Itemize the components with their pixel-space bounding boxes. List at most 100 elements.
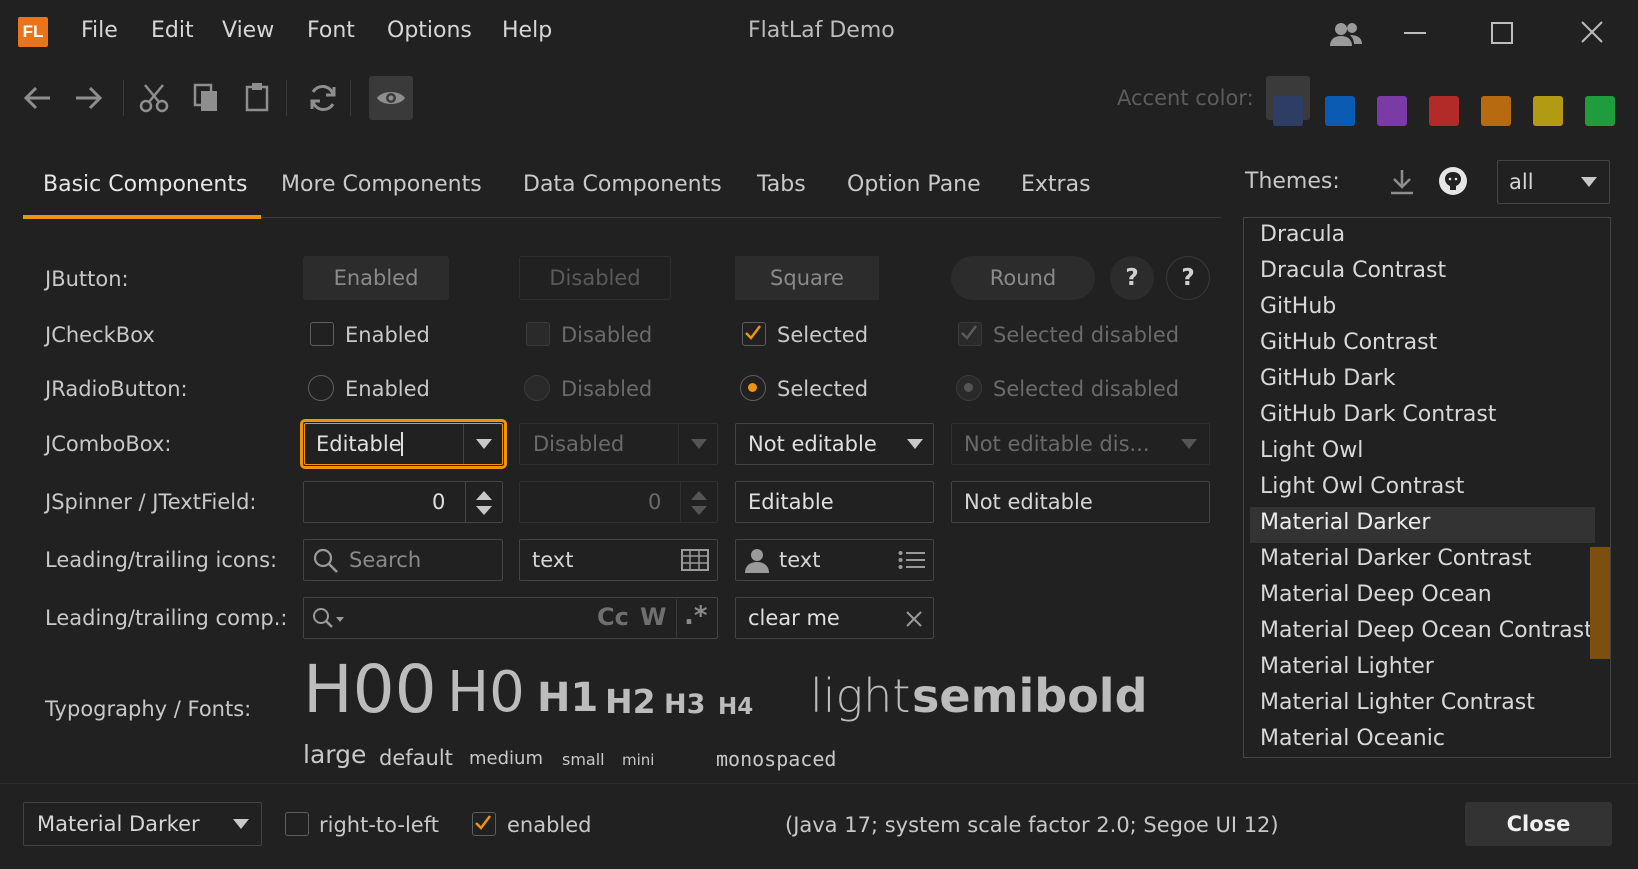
combo-not-editable[interactable]: Not editable xyxy=(735,423,934,465)
font-default: default xyxy=(379,746,453,770)
accent-swatch-3[interactable] xyxy=(1429,96,1459,126)
clear-me-field[interactable]: clear me xyxy=(735,597,934,639)
search-field[interactable]: Search xyxy=(303,539,503,581)
menu-edit[interactable]: Edit xyxy=(151,18,194,43)
theme-item[interactable]: Light Owl xyxy=(1260,438,1363,463)
chevron-down-icon[interactable] xyxy=(475,438,493,450)
spinner-arrows-icon xyxy=(689,489,709,517)
paste-icon[interactable] xyxy=(245,82,271,112)
square-button[interactable]: Square xyxy=(735,256,879,300)
tab-option-pane[interactable]: Option Pane xyxy=(847,172,981,197)
theme-item[interactable]: Dracula Contrast xyxy=(1260,258,1446,283)
refresh-icon[interactable] xyxy=(308,83,338,113)
chevron-down-icon[interactable] xyxy=(1580,176,1598,188)
clear-icon[interactable] xyxy=(906,611,922,627)
combo-editable[interactable]: Editable xyxy=(304,423,503,465)
spinner-arrows-icon[interactable] xyxy=(474,489,494,517)
help-button-1[interactable]: ? xyxy=(1110,256,1154,300)
combo-editable-text[interactable]: Editable xyxy=(316,431,402,457)
tab-extras[interactable]: Extras xyxy=(1021,172,1091,197)
forward-arrow-icon[interactable] xyxy=(74,84,104,112)
list-icon[interactable] xyxy=(898,550,926,570)
maximize-icon[interactable] xyxy=(1491,22,1513,44)
clear-me-text[interactable]: clear me xyxy=(748,605,840,631)
label-leading-trailing-icons: Leading/trailing icons: xyxy=(45,548,278,572)
cut-icon[interactable] xyxy=(139,83,169,113)
theme-item[interactable]: GitHub Dark Contrast xyxy=(1260,402,1496,427)
spinner-divider xyxy=(465,482,466,522)
copy-icon[interactable] xyxy=(193,83,221,113)
accent-swatch-1[interactable] xyxy=(1325,96,1355,126)
chevron-down-icon[interactable] xyxy=(232,818,250,830)
round-button[interactable]: Round xyxy=(951,256,1095,300)
spinner-enabled[interactable]: 0 xyxy=(303,481,503,523)
theme-item[interactable]: Material Lighter Contrast xyxy=(1260,690,1535,715)
match-case-toggle[interactable]: Cc xyxy=(597,603,629,631)
text-field-user[interactable]: text xyxy=(735,539,934,581)
tab-data-components[interactable]: Data Components xyxy=(523,172,722,197)
theme-item[interactable]: Material Lighter xyxy=(1260,654,1434,679)
checkbox-enabled-label: Enabled xyxy=(345,323,430,347)
close-window-icon[interactable] xyxy=(1580,20,1604,44)
textfield-editable[interactable]: Editable xyxy=(735,481,934,523)
text-field-table-value[interactable]: text xyxy=(532,547,573,573)
accent-swatch-2[interactable] xyxy=(1377,96,1407,126)
tab-tabs[interactable]: Tabs xyxy=(757,172,806,197)
radio-selected[interactable] xyxy=(740,375,766,401)
search-options-icon[interactable] xyxy=(312,607,348,631)
accent-swatch-6[interactable] xyxy=(1585,96,1615,126)
theme-item[interactable]: Material Oceanic xyxy=(1260,726,1445,751)
radio-enabled[interactable] xyxy=(308,375,334,401)
table-icon[interactable] xyxy=(681,549,709,571)
accent-swatch-5[interactable] xyxy=(1533,96,1563,126)
radio-disabled xyxy=(524,375,550,401)
theme-item-selected[interactable]: Material Darker xyxy=(1260,510,1430,535)
users-icon[interactable] xyxy=(1328,20,1364,48)
font-small: small xyxy=(562,750,605,769)
enabled-button[interactable]: Enabled xyxy=(303,256,449,300)
back-arrow-icon[interactable] xyxy=(22,84,52,112)
close-button[interactable]: Close xyxy=(1465,802,1612,846)
tab-basic-components[interactable]: Basic Components xyxy=(43,172,247,197)
find-field[interactable]: Cc W .* xyxy=(303,597,718,639)
regex-toggle[interactable]: .* xyxy=(684,601,707,631)
checkbox-enabled[interactable] xyxy=(310,322,334,346)
text-field-table[interactable]: text xyxy=(519,539,718,581)
enabled-label: enabled xyxy=(507,813,592,837)
spinner-value[interactable]: 0 xyxy=(432,489,445,515)
menu-font[interactable]: Font xyxy=(307,18,355,43)
theme-item[interactable]: GitHub xyxy=(1260,294,1336,319)
theme-item[interactable]: GitHub Dark xyxy=(1260,366,1395,391)
accent-swatch-0[interactable] xyxy=(1273,96,1303,126)
font-mini: mini xyxy=(622,751,655,769)
theme-combo-value: Material Darker xyxy=(37,812,200,836)
menu-help[interactable]: Help xyxy=(502,18,552,43)
tab-more-components[interactable]: More Components xyxy=(281,172,482,197)
accent-swatch-4[interactable] xyxy=(1481,96,1511,126)
whole-word-toggle[interactable]: W xyxy=(640,603,666,631)
theme-item[interactable]: Material Deep Ocean xyxy=(1260,582,1492,607)
enabled-checkbox[interactable] xyxy=(472,812,496,836)
theme-item[interactable]: Material Darker Contrast xyxy=(1260,546,1531,571)
rtl-checkbox[interactable] xyxy=(285,812,309,836)
download-icon[interactable] xyxy=(1389,168,1415,196)
chevron-down-icon[interactable] xyxy=(906,438,924,450)
checkbox-selected[interactable] xyxy=(742,322,766,346)
minimize-icon[interactable] xyxy=(1404,32,1426,34)
menu-file[interactable]: File xyxy=(81,18,118,43)
theme-list-scrollbar-thumb[interactable] xyxy=(1590,547,1610,659)
theme-filter-combo[interactable]: all xyxy=(1497,160,1610,204)
theme-item[interactable]: Light Owl Contrast xyxy=(1260,474,1464,499)
theme-combo[interactable]: Material Darker xyxy=(23,802,262,846)
theme-item[interactable]: GitHub Contrast xyxy=(1260,330,1437,355)
theme-item[interactable]: Dracula xyxy=(1260,222,1345,247)
menu-view[interactable]: View xyxy=(222,18,274,43)
menu-options[interactable]: Options xyxy=(387,18,472,43)
textfield-editable-text[interactable]: Editable xyxy=(748,489,834,515)
theme-item[interactable]: Material Deep Ocean Contrast xyxy=(1260,618,1593,643)
eye-toggle-button[interactable] xyxy=(369,76,413,120)
github-icon[interactable] xyxy=(1438,166,1468,196)
text-field-user-value[interactable]: text xyxy=(779,547,820,573)
label-jbutton: JButton: xyxy=(45,267,129,291)
help-button-2[interactable]: ? xyxy=(1166,256,1210,300)
